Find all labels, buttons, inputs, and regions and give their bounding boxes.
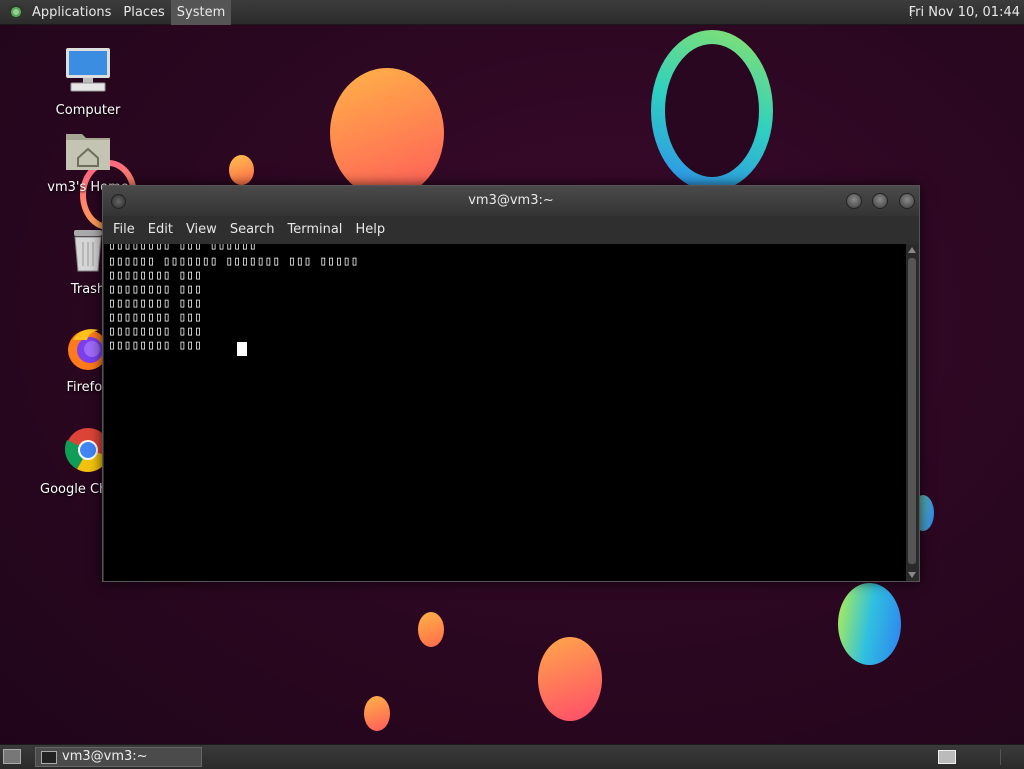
system-menu[interactable]: System <box>170 0 232 25</box>
scrollbar[interactable] <box>906 244 918 581</box>
window-menu-icon[interactable] <box>111 194 126 209</box>
terminal-line: ▯▯▯▯▯▯▯▯ ▯▯▯ ▯▯▯▯▯▯ <box>108 244 257 253</box>
places-menu[interactable]: Places <box>117 0 170 25</box>
window-titlebar[interactable]: vm3@vm3:~ <box>103 186 919 216</box>
terminal-icon <box>41 751 57 764</box>
workspace-switcher[interactable] <box>938 750 956 764</box>
desktop-icon-computer[interactable]: Computer <box>40 45 136 118</box>
distro-logo-icon[interactable] <box>8 4 24 20</box>
terminal-line: ▯▯▯▯▯▯ ▯▯▯▯▯▯▯ ▯▯▯▯▯▯▯ ▯▯▯ ▯▯▯▯▯ <box>108 254 359 269</box>
panel-separator <box>1000 749 1001 765</box>
applications-menu[interactable]: Applications <box>26 0 117 25</box>
bottom-panel: vm3@vm3:~ <box>0 744 1024 769</box>
scroll-up-icon[interactable] <box>908 247 916 253</box>
terminal-line: ▯▯▯▯▯▯▯▯ ▯▯▯ <box>108 310 202 325</box>
terminal-window[interactable]: vm3@vm3:~ File Edit View Search Terminal… <box>102 185 920 582</box>
terminal-line: ▯▯▯▯▯▯▯▯ ▯▯▯ <box>108 296 202 311</box>
menu-terminal[interactable]: Terminal <box>281 216 348 244</box>
maximize-icon[interactable] <box>872 193 888 209</box>
terminal-screen[interactable]: ▯▯▯▯▯▯▯▯ ▯▯▯ ▯▯▯▯▯▯ ▯▯▯▯▯▯ ▯▯▯▯▯▯▯ ▯▯▯▯▯… <box>104 244 907 581</box>
terminal-menubar: File Edit View Search Terminal Help <box>103 216 919 244</box>
computer-icon <box>66 48 110 92</box>
scroll-down-icon[interactable] <box>908 572 916 578</box>
minimize-icon[interactable] <box>846 193 862 209</box>
close-icon[interactable] <box>899 193 915 209</box>
menu-help[interactable]: Help <box>349 216 391 244</box>
menu-search[interactable]: Search <box>224 216 281 244</box>
terminal-line: ▯▯▯▯▯▯▯▯ ▯▯▯ <box>108 338 202 353</box>
home-folder-icon <box>66 134 110 170</box>
clock[interactable]: Fri Nov 10, 01:44 <box>909 0 1020 25</box>
menu-edit[interactable]: Edit <box>142 216 179 244</box>
terminal-line: ▯▯▯▯▯▯▯▯ ▯▯▯ <box>108 282 202 297</box>
show-desktop-icon[interactable] <box>3 749 21 764</box>
taskbar-window-label: vm3@vm3:~ <box>62 749 148 764</box>
top-panel: Applications Places System Fri Nov 10, 0… <box>0 0 1024 25</box>
terminal-line: ▯▯▯▯▯▯▯▯ ▯▯▯ <box>108 324 202 339</box>
menu-view[interactable]: View <box>180 216 223 244</box>
scroll-thumb[interactable] <box>908 258 916 564</box>
desktop-icon-label: Computer <box>55 103 121 118</box>
window-title: vm3@vm3:~ <box>468 193 554 208</box>
text-cursor <box>237 342 247 356</box>
taskbar-window-button[interactable]: vm3@vm3:~ <box>35 747 202 767</box>
menu-file[interactable]: File <box>107 216 141 244</box>
terminal-line: ▯▯▯▯▯▯▯▯ ▯▯▯ <box>108 268 202 283</box>
